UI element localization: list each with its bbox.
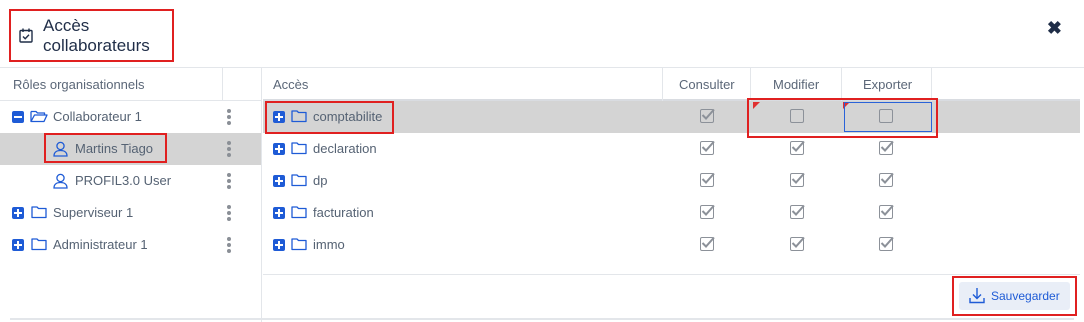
- bottom-divider: [10, 318, 1074, 320]
- more-options-icon[interactable]: [226, 237, 232, 253]
- close-icon[interactable]: ✖: [1047, 18, 1062, 38]
- checkbox-modifier[interactable]: [790, 109, 804, 123]
- folder-icon: [31, 237, 47, 256]
- tree-item-label: Collaborateur 1: [53, 109, 142, 124]
- row-name: declaration: [313, 141, 377, 156]
- column-header-exporter: Exporter: [863, 77, 913, 92]
- selected-user-highlight: [44, 133, 167, 163]
- checkbox-modifier[interactable]: [790, 140, 805, 155]
- checkbox-modifier[interactable]: [790, 172, 805, 187]
- more-options-icon[interactable]: [226, 109, 232, 125]
- grid-header: Accès Consulter Modifier Exporter: [263, 68, 1080, 101]
- expand-icon[interactable]: [12, 239, 24, 251]
- roles-header: Rôles organisationnels: [0, 68, 261, 101]
- expand-icon[interactable]: [12, 207, 24, 219]
- tree-item-profil[interactable]: PROFIL3.0 User: [0, 165, 261, 197]
- row-name: facturation: [313, 205, 374, 220]
- column-divider: [750, 68, 751, 101]
- checkbox-exporter[interactable]: [879, 172, 894, 187]
- checkbox-consulter[interactable]: [700, 108, 715, 123]
- checkbox-consulter[interactable]: [700, 140, 715, 155]
- column-divider: [662, 68, 663, 101]
- more-options-icon[interactable]: [226, 141, 232, 157]
- checkbox-exporter[interactable]: [879, 204, 894, 219]
- checkbox-modifier[interactable]: [790, 236, 805, 251]
- tree-item-superviseur[interactable]: Superviseur 1: [0, 197, 261, 229]
- checkbox-consulter[interactable]: [700, 204, 715, 219]
- modified-marker: [753, 102, 760, 109]
- tree-item-collaborateur[interactable]: Collaborateur 1: [0, 101, 261, 133]
- more-options-icon[interactable]: [226, 205, 232, 221]
- save-button-label: Sauvegarder: [991, 289, 1060, 303]
- save-highlight: Sauvegarder: [952, 276, 1077, 316]
- footer-divider: [263, 274, 1080, 275]
- user-icon: [53, 173, 68, 194]
- roles-header-label: Rôles organisationnels: [13, 77, 145, 92]
- column-divider: [222, 68, 223, 101]
- column-divider: [931, 68, 932, 101]
- grid-row-declaration[interactable]: declaration: [263, 133, 1080, 165]
- expand-icon[interactable]: [273, 207, 285, 219]
- row-name: dp: [313, 173, 328, 188]
- checkbox-consulter[interactable]: [700, 236, 715, 251]
- collapse-icon[interactable]: [12, 111, 24, 123]
- folder-open-icon: [30, 109, 48, 129]
- grid-row-immo[interactable]: immo: [263, 229, 1080, 261]
- row-name: immo: [313, 237, 345, 252]
- permissions-grid: Accès Consulter Modifier Exporter compta…: [263, 68, 1080, 274]
- access-dialog: Accès collaborateurs ✖ Rôles organisatio…: [0, 0, 1084, 322]
- tree-item-martins-tiago[interactable]: Martins Tiago: [0, 133, 261, 165]
- column-header-acces: Accès: [273, 77, 309, 92]
- grid-row-comptabilite[interactable]: comptabilite: [263, 98, 1080, 138]
- row-highlight: [265, 101, 394, 134]
- save-button[interactable]: Sauvegarder: [959, 282, 1070, 310]
- checkbox-exporter[interactable]: [879, 236, 894, 251]
- folder-icon: [291, 141, 307, 160]
- more-options-icon[interactable]: [226, 173, 232, 189]
- download-icon: [969, 287, 985, 309]
- expand-icon[interactable]: [273, 239, 285, 251]
- title-highlight: Accès collaborateurs: [9, 9, 174, 62]
- grid-row-dp[interactable]: dp: [263, 165, 1080, 197]
- tree-item-label: Administrateur 1: [53, 237, 148, 252]
- checkbox-exporter[interactable]: [879, 140, 894, 155]
- checkbox-exporter[interactable]: [879, 109, 893, 123]
- checkbox-consulter[interactable]: [700, 172, 715, 187]
- folder-icon: [291, 205, 307, 224]
- folder-icon: [291, 173, 307, 192]
- roles-panel: Rôles organisationnels Collaborateur 1 M…: [0, 68, 262, 322]
- tree-item-administrateur[interactable]: Administrateur 1: [0, 229, 261, 261]
- dialog-title: Accès collaborateurs: [43, 16, 150, 55]
- tree-item-label: PROFIL3.0 User: [75, 173, 172, 188]
- folder-icon: [31, 205, 47, 224]
- expand-icon[interactable]: [273, 143, 285, 155]
- column-header-consulter: Consulter: [679, 77, 735, 92]
- tree-item-label: Superviseur 1: [53, 205, 134, 220]
- dialog-header: Accès collaborateurs ✖: [0, 0, 1084, 68]
- checkbox-modifier[interactable]: [790, 204, 805, 219]
- expand-icon[interactable]: [273, 175, 285, 187]
- calendar-check-icon: [19, 28, 33, 48]
- grid-row-facturation[interactable]: facturation: [263, 197, 1080, 229]
- folder-icon: [291, 237, 307, 256]
- column-divider: [841, 68, 842, 101]
- column-header-modifier: Modifier: [773, 77, 820, 92]
